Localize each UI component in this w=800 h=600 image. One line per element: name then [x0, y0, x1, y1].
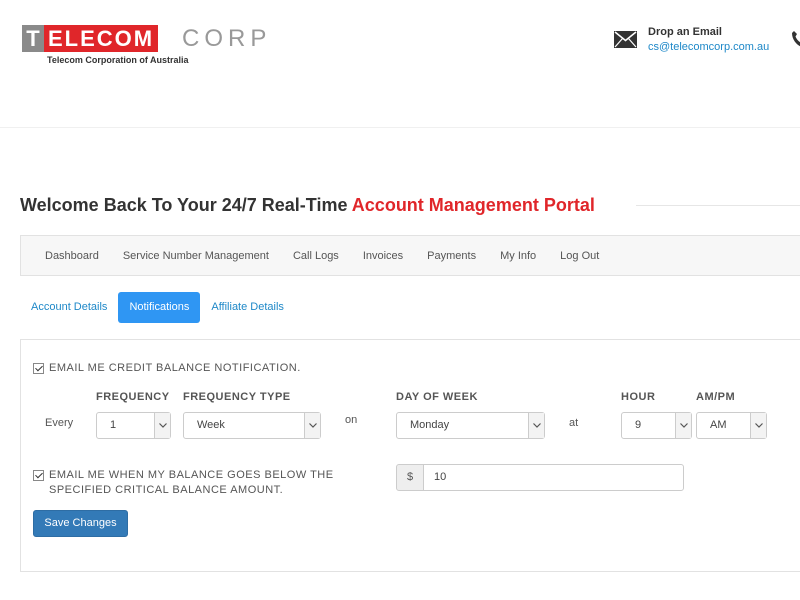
chevron-down-icon	[675, 413, 691, 438]
credit-balance-label: EMAIL ME CREDIT BALANCE NOTIFICATION.	[49, 362, 301, 374]
frequency-type-select[interactable]: Week	[183, 412, 321, 439]
currency-addon: $	[396, 464, 424, 491]
nav-item-call-logs[interactable]: Call Logs	[281, 250, 351, 262]
critical-balance-label-line2: SPECIFIED CRITICAL BALANCE AMOUNT.	[49, 484, 284, 496]
ampm-label: AM/PM	[696, 391, 736, 403]
critical-balance-label-line1: EMAIL ME WHEN MY BALANCE GOES BELOW THE	[49, 469, 334, 481]
credit-balance-checkbox[interactable]	[33, 363, 44, 374]
hour-label: HOUR	[621, 391, 656, 403]
frequency-type-label: FREQUENCY TYPE	[183, 391, 291, 403]
tab-notifications[interactable]: Notifications	[118, 292, 201, 323]
on-label: on	[345, 414, 358, 426]
hour-select[interactable]: 9	[621, 412, 692, 439]
page-title: Welcome Back To Your 24/7 Real-Time Acco…	[20, 195, 595, 216]
contact-title: Drop an Email	[648, 26, 722, 38]
title-divider	[636, 205, 800, 206]
ampm-value: AM	[710, 419, 727, 431]
logo-letters-elecom: ELECOM	[44, 25, 159, 52]
envelope-icon	[614, 31, 637, 48]
page-title-prefix: Welcome Back To Your 24/7 Real-Time	[20, 195, 352, 215]
every-label: Every	[45, 417, 74, 429]
nav-item-dashboard[interactable]: Dashboard	[33, 250, 111, 262]
frequency-value: 1	[110, 419, 117, 431]
notifications-panel: EMAIL ME CREDIT BALANCE NOTIFICATION. FR…	[20, 339, 800, 572]
chevron-down-icon	[154, 413, 170, 438]
critical-amount-input[interactable]: 10	[423, 464, 684, 491]
nav-item-service-number-management[interactable]: Service Number Management	[111, 250, 281, 262]
tab-account-details[interactable]: Account Details	[20, 292, 118, 323]
frequency-select[interactable]: 1	[96, 412, 171, 439]
day-of-week-label: DAY OF WEEK	[396, 391, 478, 403]
critical-balance-checkbox[interactable]	[33, 470, 44, 481]
nav-item-invoices[interactable]: Invoices	[351, 250, 415, 262]
chevron-down-icon	[304, 413, 320, 438]
save-changes-button[interactable]: Save Changes	[33, 510, 128, 537]
nav-item-my-info[interactable]: My Info	[488, 250, 548, 262]
tab-affiliate-details[interactable]: Affiliate Details	[200, 292, 295, 323]
at-label: at	[569, 417, 579, 429]
logo-letter-t: T	[22, 25, 44, 52]
chevron-down-icon	[750, 413, 766, 438]
frequency-type-value: Week	[197, 419, 225, 431]
account-tabs: Account Details Notifications Affiliate …	[20, 292, 295, 323]
telecomcorp-logo[interactable]: T ELECOM CORP Telecom Corporation of Aus…	[22, 25, 272, 69]
nav-item-log-out[interactable]: Log Out	[548, 250, 611, 262]
day-of-week-value: Monday	[410, 419, 450, 431]
ampm-select[interactable]: AM	[696, 412, 767, 439]
chevron-down-icon	[528, 413, 544, 438]
phone-icon	[792, 31, 800, 47]
logo-letters-corp: CORP	[182, 25, 272, 52]
day-of-week-select[interactable]: Monday	[396, 412, 545, 439]
hour-value: 9	[635, 419, 642, 431]
frequency-label: FREQUENCY	[96, 391, 170, 403]
page-title-accent: Account Management Portal	[351, 195, 595, 215]
main-nav: Dashboard Service Number Management Call…	[20, 235, 800, 276]
logo-wordmark: T ELECOM	[22, 25, 159, 52]
logo-subtitle: Telecom Corporation of Australia	[47, 55, 189, 65]
contact-email-link[interactable]: cs@telecomcorp.com.au	[648, 41, 769, 53]
nav-item-payments[interactable]: Payments	[415, 250, 488, 262]
email-contact: Drop an Email cs@telecomcorp.com.au	[614, 24, 800, 58]
site-header: T ELECOM CORP Telecom Corporation of Aus…	[0, 0, 800, 128]
